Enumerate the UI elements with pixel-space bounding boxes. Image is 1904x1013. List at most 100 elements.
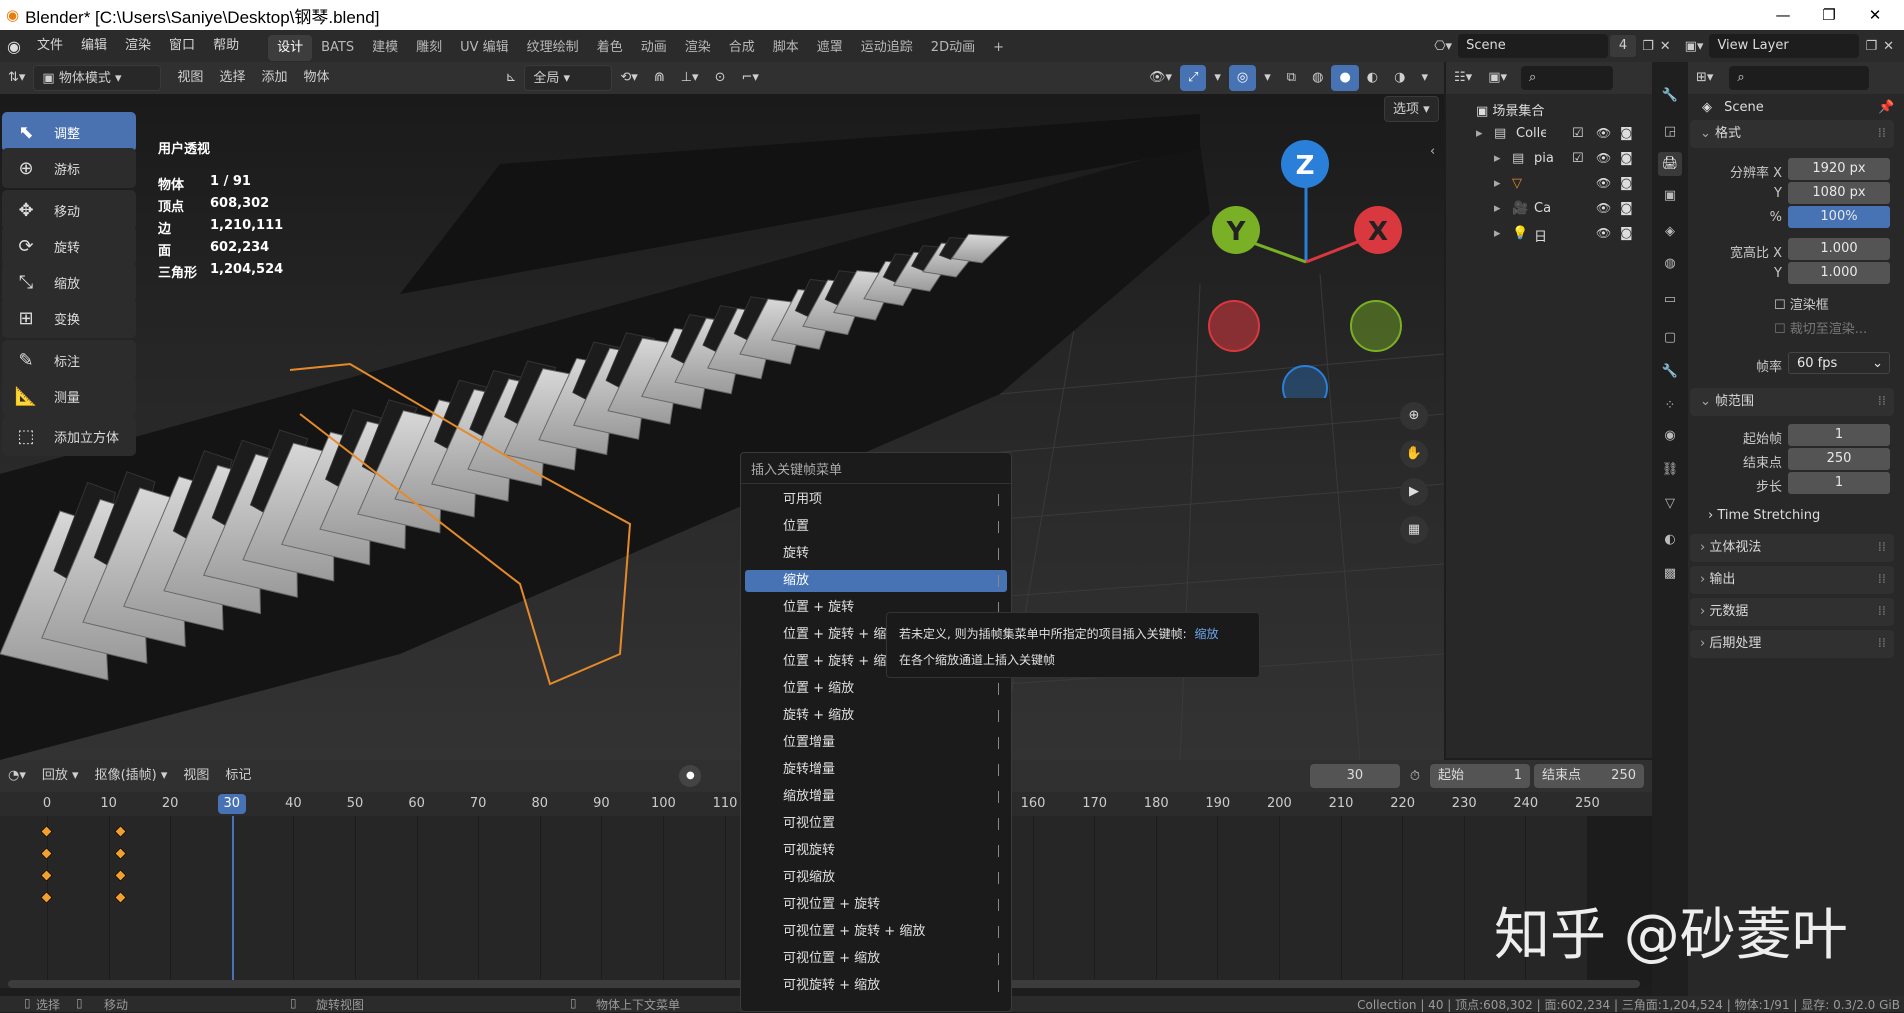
camera-render-icon[interactable]: ◙ xyxy=(1620,226,1633,241)
mode-dropdown[interactable]: ▣ 物体模式 ▾ xyxy=(33,65,162,91)
menu-item-2[interactable]: 旋转 xyxy=(745,543,1007,565)
menu-item-11[interactable]: 缩放增量 xyxy=(745,786,1007,808)
start-frame-field[interactable]: 起始 1 xyxy=(1430,764,1530,788)
constraints-tab-icon[interactable]: ⛓ xyxy=(1658,458,1682,482)
camera-render-icon[interactable]: ◙ xyxy=(1620,151,1633,166)
gizmo-toggle-icon[interactable]: ⤢ xyxy=(1179,65,1207,91)
navigation-gizmo[interactable]: Z X Y xyxy=(1190,138,1430,398)
zoom-icon[interactable]: ⊕ xyxy=(1400,402,1428,430)
expand-icon[interactable]: ▸ xyxy=(1494,176,1501,191)
gizmo-dropdown-icon[interactable]: ▾ xyxy=(1206,65,1229,91)
modifier-tab-icon[interactable]: 🔧 xyxy=(1658,360,1682,384)
texture-tab-icon[interactable]: ▩ xyxy=(1658,562,1682,586)
outliner-root[interactable]: ▣ 场景集合 xyxy=(1476,100,1544,119)
solid-shading-icon[interactable]: ● xyxy=(1331,65,1359,91)
workspace-tab-6[interactable]: 着色 xyxy=(588,35,632,61)
drag-handle-icon[interactable]: ⁞⁞ xyxy=(1878,566,1886,594)
prop-field-aspect-y[interactable]: 1.000 xyxy=(1788,262,1890,284)
workspace-tab-7[interactable]: 动画 xyxy=(632,35,676,61)
exclude-checkbox[interactable]: ☑ xyxy=(1572,126,1584,141)
display-mode-icon[interactable]: ▣▾ xyxy=(1480,65,1515,91)
record-button[interactable]: ● xyxy=(679,765,702,787)
menu-item-17[interactable]: 可视位置 + 缩放 xyxy=(745,948,1007,970)
menu-item-1[interactable]: 位置 xyxy=(745,516,1007,538)
workspace-tab-0[interactable]: 设计 xyxy=(268,34,313,61)
timeline-marker-menu[interactable]: 标记 xyxy=(217,763,259,789)
workspace-tab-2[interactable]: 建模 xyxy=(363,35,407,61)
eye-icon[interactable]: 👁 xyxy=(1596,176,1611,190)
keyframe-diamond[interactable] xyxy=(114,847,127,860)
new-view-layer-icon[interactable]: ❐ xyxy=(1865,39,1877,54)
menu-item-8[interactable]: 旋转 + 缩放 xyxy=(745,705,1007,727)
new-scene-icon[interactable]: ❐ xyxy=(1642,39,1654,54)
data-tab-icon[interactable]: ▽ xyxy=(1658,492,1682,516)
menu-1[interactable]: 编辑 xyxy=(72,30,116,62)
workspace-tab-12[interactable]: 运动追踪 xyxy=(852,35,922,61)
transform-orientation-icon[interactable]: ⊾ xyxy=(497,65,524,91)
stopwatch-icon[interactable]: ⏱ xyxy=(1410,769,1420,784)
expand-icon[interactable]: ▸ xyxy=(1494,201,1501,216)
expand-icon[interactable]: ▸ xyxy=(1494,226,1501,241)
drag-handle-icon[interactable]: ⁞⁞ xyxy=(1878,598,1886,626)
view-menu[interactable]: 视图 xyxy=(169,65,211,91)
prop-field-start[interactable]: 1 xyxy=(1788,424,1890,446)
eye-icon[interactable]: 👁 xyxy=(1596,226,1611,240)
prop-field-res-x[interactable]: 1920 px xyxy=(1788,158,1890,180)
delete-view-layer-icon[interactable]: ✕ xyxy=(1883,39,1894,54)
section-stereo[interactable]: › 立体视法 ⁞⁞ xyxy=(1690,534,1894,562)
workspace-tab-4[interactable]: UV 编辑 xyxy=(451,35,518,61)
prop-field-res-y[interactable]: 1080 px xyxy=(1788,182,1890,204)
menu-0[interactable]: 文件 xyxy=(28,30,72,62)
outliner-editor-icon[interactable]: ☷▾ xyxy=(1446,65,1480,91)
section-format[interactable]: ⌄ 格式 ⁞⁞ xyxy=(1690,120,1894,148)
maximize-button[interactable]: ❐ xyxy=(1806,0,1852,30)
section-metadata[interactable]: › 元数据 ⁞⁞ xyxy=(1690,598,1894,626)
material-shading-icon[interactable]: ◐ xyxy=(1359,65,1386,91)
workspace-tab-8[interactable]: 渲染 xyxy=(676,35,720,61)
visibility-icon[interactable]: 👁▾ xyxy=(1141,65,1180,91)
view-layer-field[interactable]: View Layer xyxy=(1709,34,1860,58)
view-layer-tab-icon[interactable]: ▣ xyxy=(1658,184,1682,208)
properties-editor-icon[interactable]: ⊞▾ xyxy=(1688,65,1721,91)
rendered-shading-icon[interactable]: ◑ xyxy=(1386,65,1413,91)
drag-handle-icon[interactable]: ⁞⁞ xyxy=(1878,534,1886,562)
tool-0[interactable]: ⬉ 调整 xyxy=(2,112,136,152)
tool-tab-icon[interactable]: 🔧 xyxy=(1658,84,1682,108)
pan-hand-icon[interactable]: ✋ xyxy=(1400,440,1428,468)
menu-3[interactable]: 窗口 xyxy=(160,30,204,62)
sidebar-collapse-icon[interactable]: ‹ xyxy=(1430,144,1435,159)
menu-item-16[interactable]: 可视位置 + 旋转 + 缩放 xyxy=(745,921,1007,943)
outliner-item-4[interactable]: ▸ 💡 日 👁 ◙ xyxy=(1446,224,1652,246)
exclude-checkbox[interactable]: ☑ xyxy=(1572,151,1584,166)
playhead-line[interactable] xyxy=(231,816,234,988)
drag-handle-icon[interactable]: ⁞⁞ xyxy=(1878,630,1886,658)
current-frame-field[interactable]: 30 xyxy=(1309,764,1400,788)
timeline-editor-icon[interactable]: ◔▾ xyxy=(0,763,34,789)
outliner-item-1[interactable]: ▸ ▤ pia ☑ 👁 ◙ xyxy=(1446,149,1652,171)
collection-tab-icon[interactable]: ▭ xyxy=(1658,288,1682,312)
workspace-tab-1[interactable]: BATS xyxy=(312,35,363,61)
drag-handle-icon[interactable]: ⁞⁞ xyxy=(1878,120,1886,148)
shading-dropdown-icon[interactable]: ▾ xyxy=(1413,65,1436,91)
camera-render-icon[interactable]: ◙ xyxy=(1620,126,1633,141)
ortho-grid-icon[interactable]: ▦ xyxy=(1400,516,1428,544)
prop-field-step[interactable]: 1 xyxy=(1788,472,1890,494)
options-dropdown[interactable]: 选项 ▾ xyxy=(1384,96,1439,122)
tool-7[interactable]: 📐 测量 xyxy=(2,376,136,416)
prop-field-pct[interactable]: 100% xyxy=(1788,206,1890,228)
menu-item-3[interactable]: 缩放 xyxy=(745,570,1007,592)
keyframe-diamond[interactable] xyxy=(40,891,53,904)
scene-name-field[interactable]: Scene xyxy=(1458,34,1609,58)
world-tab-icon[interactable]: ◍ xyxy=(1658,252,1682,276)
output-tab-icon[interactable]: 🖨 xyxy=(1658,152,1682,176)
prop-field-aspect-x[interactable]: 1.000 xyxy=(1788,238,1890,260)
view-layer-icon[interactable]: ▣▾ xyxy=(1685,39,1704,54)
section-frame-range[interactable]: ⌄ 帧范围 ⁞⁞ xyxy=(1690,388,1894,416)
workspace-tab-5[interactable]: 纹理绘制 xyxy=(518,35,588,61)
tool-6[interactable]: ✎ 标注 xyxy=(2,340,136,380)
menu-item-7[interactable]: 位置 + 缩放 xyxy=(745,678,1007,700)
keyframe-diamond[interactable] xyxy=(114,869,127,882)
keying-menu[interactable]: 抠像(插帧) ▾ xyxy=(87,763,176,789)
menu-4[interactable]: 帮助 xyxy=(204,30,248,62)
tool-4[interactable]: ⤡ 缩放 xyxy=(2,262,136,302)
